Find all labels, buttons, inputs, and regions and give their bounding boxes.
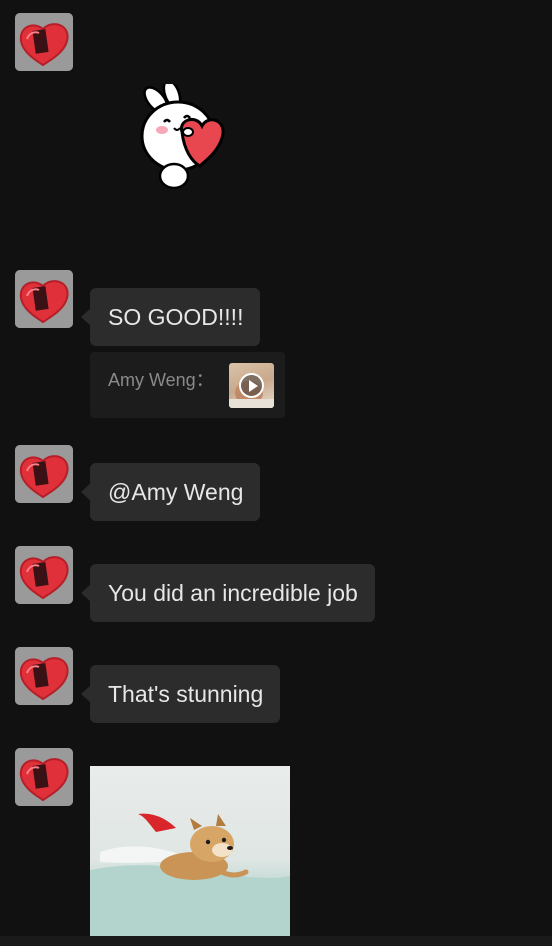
- flying-dog-sticker[interactable]: [90, 766, 290, 936]
- chat-message-list[interactable]: SO GOOD!!!! Amy Weng： @Amy Weng You did …: [0, 0, 552, 946]
- play-icon[interactable]: [239, 373, 264, 398]
- bunny-heart-sticker[interactable]: [136, 79, 250, 194]
- sender-avatar[interactable]: [15, 748, 73, 806]
- sender-avatar[interactable]: [15, 13, 73, 71]
- message-bubble[interactable]: SO GOOD!!!!: [80, 288, 261, 346]
- quoted-video-thumbnail[interactable]: [229, 363, 274, 408]
- sender-avatar[interactable]: [15, 647, 73, 705]
- message-text: You did an incredible job: [108, 580, 358, 606]
- message-bubble[interactable]: You did an incredible job: [81, 564, 375, 622]
- quoted-sender-label: Amy Weng：: [108, 370, 214, 390]
- sender-avatar[interactable]: [15, 445, 73, 503]
- message-text: @Amy Weng: [108, 479, 244, 505]
- sender-avatar[interactable]: [15, 546, 73, 604]
- bottom-divider: [0, 936, 552, 946]
- quoted-message[interactable]: Amy Weng：: [90, 352, 285, 418]
- message-text: SO GOOD!!!!: [108, 304, 244, 330]
- message-text: That's stunning: [108, 681, 264, 707]
- sender-avatar[interactable]: [15, 270, 73, 328]
- message-bubble[interactable]: @Amy Weng: [80, 463, 261, 521]
- message-bubble[interactable]: That's stunning: [80, 665, 281, 723]
